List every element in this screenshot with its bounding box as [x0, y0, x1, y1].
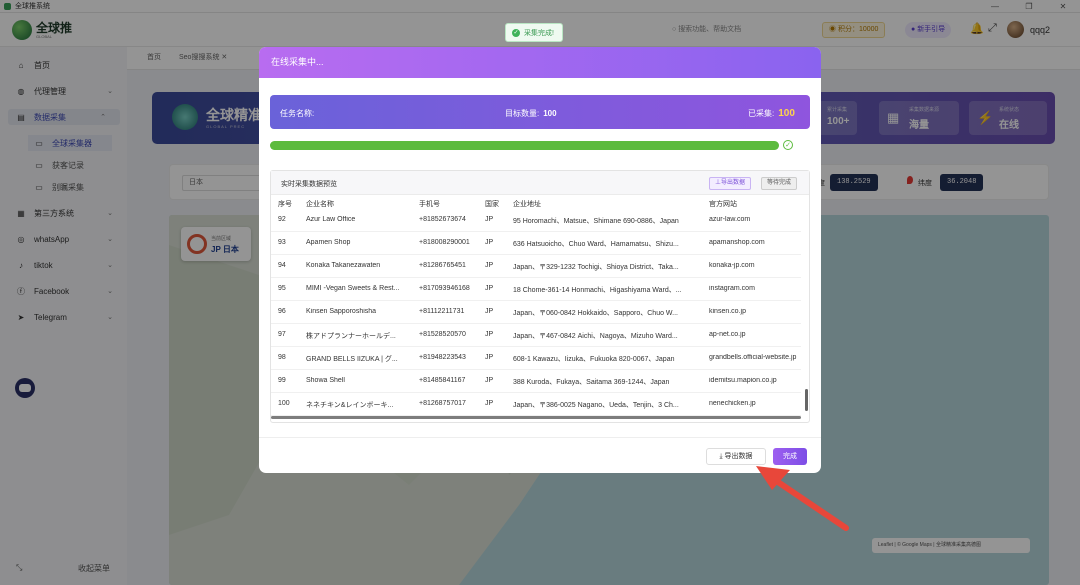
table-cell: JP [485, 262, 494, 269]
table-cell: 94 [278, 262, 286, 269]
table-cell: 92 [278, 216, 286, 223]
task-summary: 任务名称: 目标数量: 100 已采集: 100 [270, 95, 810, 129]
table-cell: +817093946168 [419, 285, 470, 292]
table-cell: instagram.com [709, 285, 755, 292]
table-cell: +81852673674 [419, 216, 466, 223]
vertical-scrollbar[interactable] [805, 389, 808, 411]
table-cell: JP [485, 216, 494, 223]
table-cell: 95 [278, 285, 286, 292]
target-count: 目标数量: 100 [505, 108, 557, 119]
table-cell: azur-law.com [709, 216, 751, 223]
table-cell: Azur Law Office [306, 216, 356, 223]
table-row: 93 Apamen Shop +818008290001 JP 636 Hatsuoic… [271, 232, 801, 255]
table-cell: grandbells.official-website.jp [709, 354, 797, 361]
toast-text: 采集完成! [524, 29, 554, 37]
table-cell: Konaka Takanezawaten [306, 262, 381, 269]
table-cell: Japan、〒467-0842 Aichi、Nagoya、Mizuho Ward… [513, 333, 678, 340]
table-cell: JP [485, 377, 494, 384]
table-cell: +81485841167 [419, 377, 466, 384]
table-cell: nenechicken.jp [709, 400, 756, 407]
modal-footer-divider [259, 437, 821, 438]
done-button[interactable]: 完成 [773, 448, 807, 465]
table-cell: idemitsu.mapion.co.jp [709, 377, 777, 384]
collected-label: 已采集: [748, 109, 775, 118]
target-label: 目标数量: [505, 109, 540, 118]
stop-button[interactable]: 等待完成 [761, 177, 798, 190]
table-row: 97 株アドプランナーホールデ... +81528520570 JP Japan、〒46… [271, 324, 801, 347]
collected-count: 已采集: 100 [748, 108, 795, 119]
table-cell: +81112211731 [419, 308, 465, 315]
table-cell: JP [485, 400, 494, 407]
table-cell: JP [485, 308, 494, 315]
table-cell: JP [485, 285, 494, 292]
table-cell: konaka-jp.com [709, 262, 755, 269]
table-cell: +81528520570 [419, 331, 466, 338]
table-cell: 95 Horomachi、Matsue、Shimane 690-0886、Jap… [513, 218, 679, 225]
table-cell: 608-1 Kawazu、Iizuka、Fukuoka 820-0067、Jap… [513, 356, 675, 363]
horizontal-scrollbar[interactable] [271, 416, 801, 419]
table-cell: JP [485, 354, 494, 361]
table-cell: +81268757017 [419, 400, 466, 407]
table-cell: JP [485, 331, 494, 338]
table-row: 94 Konaka Takanezawaten +81286765451 JP Japa… [271, 255, 801, 278]
table-cell: 18 Chome-361-14 Honmachi、Higashiyama War… [513, 287, 682, 294]
table-cell: 636 Hatsuoicho、Chuo Ward、Hamamatsu、Shizu… [513, 241, 679, 248]
table-row: 92 Azur Law Office +81852673674 JP 95 Horoma… [271, 209, 801, 232]
table-cell: Showa Shell [306, 377, 345, 384]
table-row: 96 Kinsen Sapporoshisha +81112211731 JP Japa… [271, 301, 801, 324]
table-cell: +81286765451 [419, 262, 466, 269]
progress-fill [270, 141, 779, 150]
modal-title: 在线采集中... [259, 47, 821, 78]
preview-title: 实时采集数据预览 [281, 181, 337, 188]
table-cell: 97 [278, 331, 286, 338]
table-cell: kinsen.co.jp [709, 308, 746, 315]
export-data-button[interactable]: ⤓ 导出数据 [706, 448, 766, 465]
collected-value: 100 [778, 108, 795, 119]
table-cell: +81948223543 [419, 354, 466, 361]
table-cell: Japan、〒386-0025 Nagano、Ueda、Tenjin、3 Ch.… [513, 402, 679, 409]
table-cell: apamanshop.com [709, 239, 765, 246]
table-cell: Japan、〒060-0842 Hokkaido、Sapporo、Chuo W.… [513, 310, 678, 317]
table-cell: GRAND BELLS IIZUKA | グ... [306, 356, 398, 363]
table-row: 98 GRAND BELLS IIZUKA | グ... +81948223543 J… [271, 347, 801, 370]
table-cell: 株アドプランナーホールデ... [306, 333, 396, 340]
check-icon: ✓ [512, 28, 520, 37]
table-cell: 93 [278, 239, 286, 246]
success-toast: ✓ 采集完成! [505, 23, 563, 42]
table-cell: JP [485, 239, 494, 246]
table-cell: 388 Kuroda、Fukaya、Saitama 369-1244、Japan [513, 379, 670, 386]
export-label: 导出数据 [724, 453, 753, 460]
table-cell: 98 [278, 354, 286, 361]
preview-header: 实时采集数据预览 ⊥导出数据 等待完成 [271, 171, 809, 195]
export-all-button[interactable]: ⊥导出数据 [709, 177, 752, 190]
table-cell: +818008290001 [419, 239, 470, 246]
check-circle-icon: ✓ [783, 140, 793, 150]
table-row: 95 MIMI -Vegan Sweets & Rest... +817093946… [271, 278, 801, 301]
table-cell: MIMI -Vegan Sweets & Rest... [306, 285, 400, 292]
table-row: 99 Showa Shell +81485841167 JP 388 Kuroda、Fu… [271, 370, 801, 393]
table-cell: ネネチキン&レインボーキ... [306, 402, 394, 409]
table-cell: 100 [278, 400, 290, 407]
collect-modal: 在线采集中... 任务名称: 目标数量: 100 已采集: 100 ✓ 实时采集数据… [259, 47, 821, 473]
task-name-label: 任务名称: [280, 109, 315, 118]
table-row: 100 ネネチキン&レインボーキ... +81268757017 JP Japan、〒3… [271, 393, 801, 416]
table-cell: Apamen Shop [306, 239, 351, 246]
table-cell: 96 [278, 308, 286, 315]
preview-panel: 实时采集数据预览 ⊥导出数据 等待完成 序号 企业名称 手机号 国家 企业地址 … [270, 170, 810, 423]
target-value: 100 [543, 109, 557, 118]
table-cell: Kinsen Sapporoshisha [306, 308, 377, 315]
table-cell: ap-net.co.jp [709, 331, 746, 338]
table-cell: Japan、〒329-1232 Tochigi、Shioya District、… [513, 264, 679, 271]
table-cell: 99 [278, 377, 286, 384]
progress-bar [270, 141, 779, 150]
